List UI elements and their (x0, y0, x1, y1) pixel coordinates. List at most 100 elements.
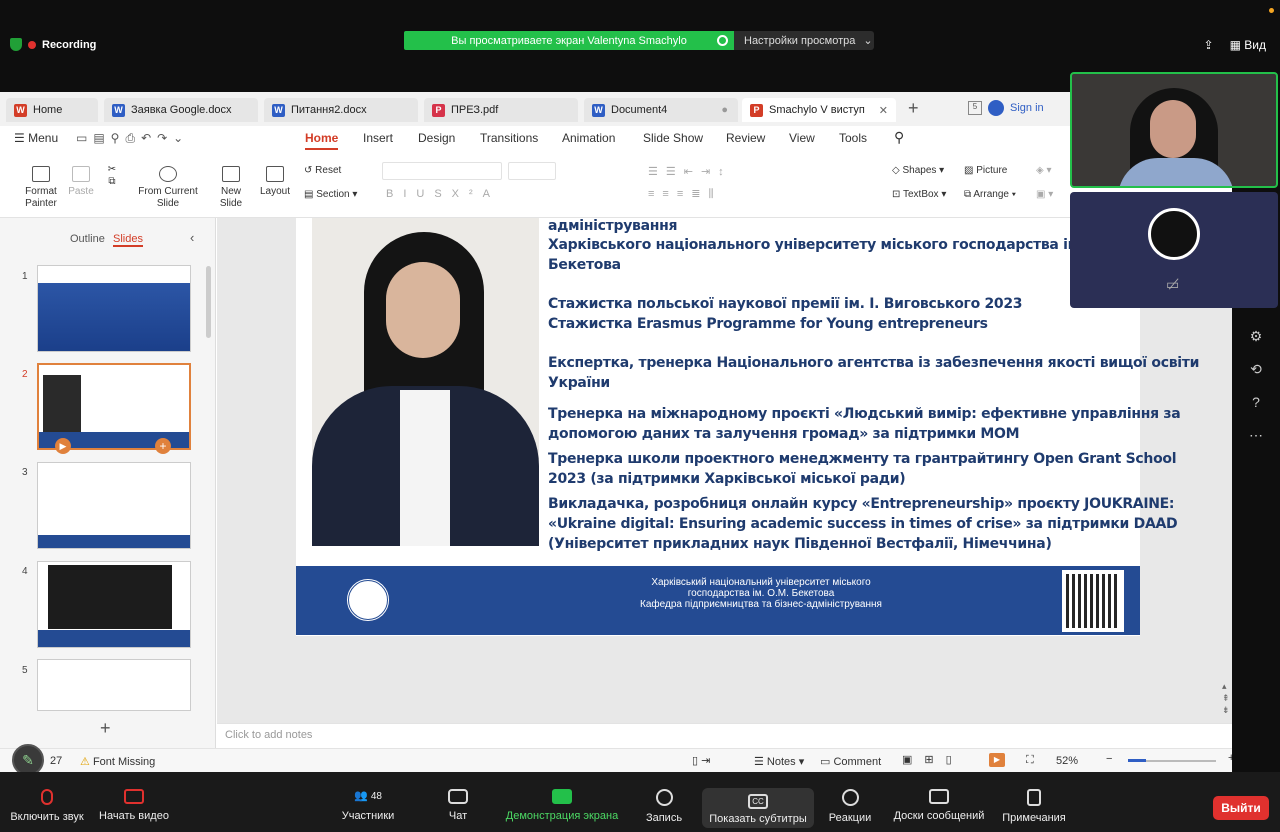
settings-sliders-icon[interactable]: ⚙ (1244, 320, 1268, 353)
record-button[interactable]: Запись (640, 789, 688, 824)
word-icon: W (592, 103, 605, 117)
unmute-button[interactable]: Включить звук (6, 789, 88, 823)
paragraph-buttons[interactable]: ☰☰⇤⇥↕ (648, 166, 732, 178)
paste-button[interactable]: Paste (66, 166, 96, 198)
reactions-button[interactable]: Реакции (822, 789, 878, 824)
font-style-buttons[interactable]: BIUSX²A (386, 188, 500, 200)
slide-thumbnail-4[interactable] (37, 561, 191, 648)
recording-indicator[interactable]: Recording (10, 38, 96, 51)
view-mode-icons[interactable]: ▣⊞▯ (902, 753, 964, 766)
quick-access-icons[interactable]: ▭▤⚲⎙↶↷⌄ (76, 131, 189, 146)
recording-label: Recording (42, 38, 97, 51)
font-size-dropdown[interactable] (508, 162, 556, 180)
font-missing-indicator[interactable]: ⚠ Font Missing (80, 755, 155, 768)
menu-design[interactable]: Design (418, 131, 455, 145)
outline-icon[interactable]: ▣ ▾ (1036, 189, 1053, 201)
paste-icon (72, 166, 90, 182)
view-button[interactable]: ▦ Вид (1230, 38, 1266, 52)
fit-window-icon[interactable]: ⛶ (1026, 754, 1034, 767)
tab-active-presentation[interactable]: P Smachylo V виступ ✕ (742, 98, 896, 122)
menu-review[interactable]: Review (726, 131, 765, 145)
tab-document[interactable]: W Document4 ● (584, 98, 738, 122)
menu-animation[interactable]: Animation (562, 131, 615, 145)
close-icon[interactable]: ✕ (879, 104, 888, 117)
from-current-slide-button[interactable]: From Current Slide (136, 166, 200, 210)
page-nav-icons[interactable]: ▴ ⇞ ⇟ (1222, 680, 1230, 716)
tab-label: Home (33, 104, 63, 116)
slides-tab[interactable]: Slides (113, 233, 143, 247)
menu-home[interactable]: Home (305, 131, 339, 150)
more-icon[interactable]: ⋯ (1244, 419, 1268, 452)
menu-tools[interactable]: Tools (839, 131, 867, 145)
play-slideshow-icon[interactable]: ▶ (989, 753, 1005, 767)
play-icon[interactable]: ▶ (55, 438, 71, 454)
screen-capture-icon[interactable]: ⇪ (1204, 38, 1214, 52)
arrange-label: Arrange (973, 189, 1009, 200)
leave-button[interactable]: Выйти (1213, 796, 1269, 820)
textbox-button[interactable]: ⊡ TextBox ▾ (892, 189, 946, 201)
slide-number: 5 (22, 665, 28, 676)
slide-thumbnail-5[interactable] (37, 659, 191, 711)
slide-thumbnail-3[interactable] (37, 462, 191, 549)
slide-thumbnail-1[interactable] (37, 265, 191, 352)
arrange-button[interactable]: ⧉ Arrange ▾ (964, 189, 1016, 201)
format-painter-button[interactable]: Format Painter (20, 166, 62, 210)
tab-document[interactable]: P ПРЕЗ.pdf (424, 98, 578, 122)
fill-icon[interactable]: ◈ ▾ (1036, 165, 1052, 177)
slide-number: 1 (22, 271, 28, 282)
shapes-button[interactable]: ◇ Shapes ▾ (892, 165, 944, 177)
fit-icons[interactable]: ▯ ⇥ (692, 754, 710, 767)
comment-button[interactable]: ▭ Comment (820, 755, 881, 768)
panel-scrollbar[interactable] (206, 266, 211, 338)
participant-video-tile[interactable] (1070, 72, 1278, 188)
reset-button[interactable]: ↺ Reset (304, 165, 341, 177)
zoom-level[interactable]: 52% (1056, 755, 1078, 767)
new-tab-icon[interactable]: + (908, 98, 919, 119)
new-slide-button[interactable]: New Slide (214, 166, 248, 210)
whiteboards-button[interactable]: Доски сообщений (888, 789, 990, 822)
slide-text-line: Харківського національного університету … (548, 237, 1124, 253)
notes-pane[interactable]: Click to add notes (217, 723, 1232, 748)
start-video-button[interactable]: Начать видео (96, 789, 172, 822)
notes-button[interactable]: Примечания (998, 789, 1070, 824)
history-icon[interactable]: ⟲ (1244, 353, 1268, 386)
zoom-slider[interactable] (1128, 759, 1216, 762)
obs-camera-tile[interactable]: ▭̸ (1070, 192, 1278, 308)
notes-toggle[interactable]: ☰ Notes ▾ (754, 755, 804, 768)
share-screen-button[interactable]: Демонстрация экрана (502, 789, 622, 822)
sign-in-button[interactable]: 5 Sign in (968, 100, 1044, 116)
help-icon[interactable]: ? (1244, 386, 1268, 419)
add-slide-icon[interactable]: + (100, 718, 111, 739)
chat-button[interactable]: Чат (436, 789, 480, 822)
menu-slide-show[interactable]: Slide Show (643, 131, 703, 145)
menu-view[interactable]: View (789, 131, 815, 145)
menu-transitions[interactable]: Transitions (480, 131, 538, 145)
tab-label: Smachylo V виступ (769, 104, 865, 116)
slide-text-line: (Університет прикладних наук Південної В… (548, 536, 1052, 552)
outline-tab[interactable]: Outline (70, 233, 105, 245)
zoom-out-icon[interactable]: − (1106, 753, 1112, 765)
menu-insert[interactable]: Insert (363, 131, 393, 145)
align-buttons[interactable]: ≡≡≡≣⫼ (648, 188, 722, 200)
layout-button[interactable]: Layout (254, 166, 296, 198)
speaker-photo (312, 218, 539, 546)
main-menu-button[interactable]: ☰ Menu (14, 131, 58, 145)
tab-document[interactable]: W Питання2.docx (264, 98, 418, 122)
captions-button[interactable]: CC Показать субтитры (702, 788, 814, 828)
search-icon[interactable]: ⚲ (894, 129, 904, 146)
play-icon (159, 166, 177, 182)
notes-label: Notes (766, 756, 796, 768)
section-button[interactable]: ▤ Section ▾ (304, 189, 357, 201)
collapse-panel-icon[interactable]: ‹ (190, 230, 194, 245)
font-family-dropdown[interactable] (382, 162, 502, 180)
side-tools[interactable]: ⚙ ⟲ ? ⋯ (1244, 320, 1268, 452)
view-options-button[interactable]: Настройки просмотра ⌄ (734, 31, 874, 50)
tab-home[interactable]: W Home (6, 98, 98, 122)
cut-copy-buttons[interactable]: ✂ ⧉ (104, 164, 120, 188)
picture-button[interactable]: ▨ Picture (964, 165, 1007, 177)
tab-document[interactable]: W Заявка Google.docx (104, 98, 258, 122)
participants-button[interactable]: 👥 48 Участники (334, 789, 402, 822)
add-icon[interactable]: + (155, 438, 171, 454)
slide-thumbnail-2-selected[interactable]: ▶ + (37, 363, 191, 454)
toolbar-label: Включить звук (10, 811, 84, 823)
